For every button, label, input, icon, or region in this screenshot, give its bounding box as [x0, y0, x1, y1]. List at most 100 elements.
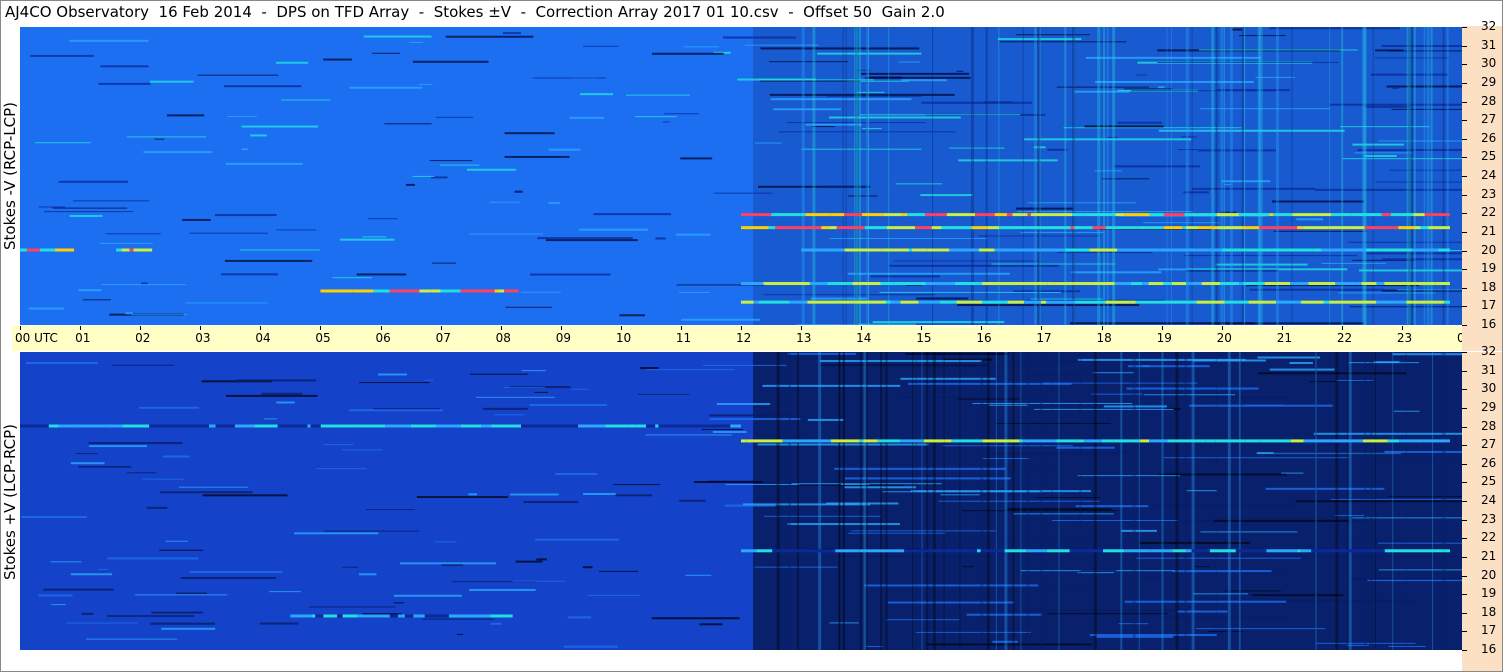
top-texture-mark	[529, 273, 611, 276]
top-vertical-streak	[1166, 27, 1168, 325]
bottom-feature-3	[730, 424, 741, 428]
bottom-feature-3	[578, 424, 606, 428]
bottom-feature-3	[167, 424, 181, 428]
top-feature-0	[1424, 213, 1444, 217]
top-feature-0	[1331, 213, 1352, 217]
bottom-feature-1	[490, 614, 507, 618]
bottom-feature-3	[385, 424, 411, 428]
top-texture-mark	[1197, 149, 1276, 152]
freq-tick	[1462, 463, 1467, 465]
bottom-vertical-streak	[1375, 352, 1377, 650]
top-feature-0	[1443, 213, 1450, 217]
bottom-feature-3	[658, 424, 672, 428]
top-feature-7	[1269, 300, 1277, 304]
freq-tick	[1462, 538, 1467, 540]
top-feature-7	[1323, 300, 1330, 304]
top-texture-mark	[1375, 181, 1462, 183]
top-feature-6	[1201, 282, 1221, 286]
utc-tick-label: 14	[856, 331, 872, 345]
top-texture-mark	[38, 206, 65, 208]
bottom-texture-mark	[1201, 396, 1289, 399]
freq-tick-label: 30	[1481, 381, 1497, 396]
top-feature-0	[751, 213, 772, 217]
utc-tick-label: 00 UTC	[15, 331, 58, 345]
bottom-texture-mark	[1324, 443, 1342, 446]
bottom-texture-mark	[1093, 372, 1134, 374]
bottom-texture-mark	[378, 373, 408, 376]
top-texture-mark	[1027, 202, 1137, 204]
bottom-vertical-streak	[1240, 352, 1242, 650]
top-feature-6	[1039, 282, 1048, 286]
utc-time-axis: 00 UTC 01 02 03 04 05 06 07 08 09 10 11 12 13 14 15 16 17…	[12, 326, 1502, 351]
top-texture-mark	[1200, 108, 1330, 110]
bottom-texture-mark	[886, 619, 960, 621]
freq-tick	[1462, 82, 1467, 84]
bottom-feature-0	[1004, 549, 1027, 553]
top-texture-mark	[545, 239, 638, 242]
freq-tick-label: 29	[1481, 399, 1497, 414]
bottom-vertical-streak	[1138, 352, 1140, 650]
bottom-feature-2	[1303, 439, 1308, 443]
utc-tick	[1041, 326, 1043, 330]
top-texture-mark	[676, 233, 711, 236]
bottom-feature-1	[290, 614, 313, 618]
freq-tick-label: 19	[1481, 586, 1497, 601]
bottom-feature-2	[1101, 439, 1129, 443]
top-feature-6	[852, 282, 859, 286]
top-vertical-streak	[1112, 27, 1116, 325]
utc-tick-label: 19	[1156, 331, 1172, 345]
bottom-vertical-streak	[915, 352, 917, 650]
freq-tick	[1462, 612, 1467, 614]
top-feature-6	[1355, 282, 1362, 286]
bottom-feature-2	[1009, 439, 1020, 443]
bottom-texture-mark	[348, 409, 443, 412]
top-texture-mark	[78, 289, 102, 292]
bottom-texture-mark	[424, 379, 434, 381]
bottom-texture-mark	[1252, 594, 1344, 597]
top-feature-7	[807, 300, 830, 304]
top-texture-mark	[817, 52, 922, 55]
top-texture-mark	[870, 275, 940, 278]
bottom-vertical-streak	[921, 352, 923, 650]
bottom-feature-2	[1215, 439, 1246, 443]
top-texture-mark	[445, 35, 534, 38]
top-feature-6	[1264, 282, 1276, 286]
top-feature-6	[954, 282, 982, 286]
bottom-vertical-streak	[1335, 352, 1339, 650]
top-texture-mark	[100, 65, 149, 68]
bottom-feature-0	[1150, 549, 1173, 553]
bottom-texture-mark	[50, 561, 82, 563]
top-feature-1	[1428, 226, 1450, 230]
freq-tick	[1462, 101, 1467, 103]
top-texture-mark	[184, 302, 268, 304]
top-feature-5	[949, 248, 979, 252]
top-vertical-streak	[1413, 27, 1416, 325]
bottom-vertical-streak	[959, 352, 961, 650]
top-texture-mark	[634, 116, 677, 118]
top-texture-mark	[182, 218, 211, 221]
top-feature-5	[1372, 248, 1383, 252]
top-feature-7	[829, 300, 854, 304]
top-feature-0	[1163, 213, 1185, 217]
utc-tick	[1281, 326, 1283, 330]
bottom-texture-mark	[864, 584, 1039, 587]
freq-tick-label: 17	[1481, 298, 1497, 313]
bottom-texture-mark	[1384, 450, 1462, 453]
bottom-vertical-streak	[839, 352, 841, 650]
top-feature-7	[1168, 300, 1197, 304]
top-texture-mark	[1157, 61, 1339, 63]
top-vertical-streak	[812, 27, 816, 325]
bottom-feature-2	[830, 439, 860, 443]
bottom-feature-0	[1300, 549, 1312, 553]
bottom-vertical-streak	[1132, 352, 1136, 650]
bottom-texture-mark	[679, 499, 706, 502]
top-feature-1	[914, 226, 932, 230]
bottom-feature-2	[900, 439, 924, 443]
utc-tick	[1101, 326, 1103, 330]
utc-tick-label: 03	[195, 331, 211, 345]
utc-tick	[1341, 326, 1343, 330]
top-feature-2	[464, 289, 495, 293]
top-vertical-streak	[985, 27, 988, 325]
bottom-texture-mark	[89, 445, 147, 448]
bottom-feature-0	[1311, 549, 1324, 553]
